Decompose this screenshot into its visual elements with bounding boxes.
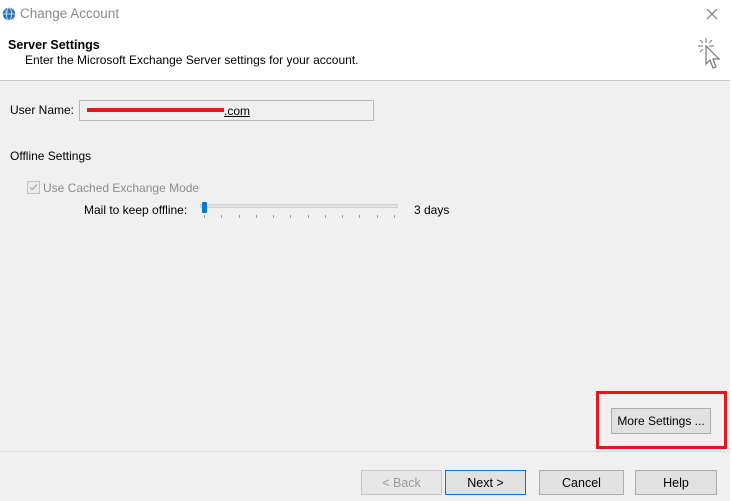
- slider-tick: [255, 215, 257, 218]
- page-subtitle: Enter the Microsoft Exchange Server sett…: [25, 53, 359, 67]
- user-name-value: .com: [224, 104, 251, 118]
- slider-tick: [324, 215, 326, 218]
- user-name-field[interactable]: .com: [79, 100, 374, 121]
- settings-panel: User Name: .com Offline Settings Use Cac…: [0, 81, 730, 451]
- close-icon[interactable]: [700, 4, 724, 26]
- slider-tick: [273, 215, 275, 218]
- redaction-mark: [87, 108, 224, 112]
- slider-tick: [290, 215, 292, 218]
- slider-tick: [359, 215, 361, 218]
- slider-tick: [221, 215, 223, 218]
- help-button[interactable]: Help: [635, 470, 717, 495]
- slider-tick: [394, 215, 395, 218]
- user-name-label: User Name:: [10, 103, 75, 117]
- slider-tick: [307, 215, 309, 218]
- cached-mode-label: Use Cached Exchange Mode: [43, 181, 200, 195]
- offline-settings-heading: Offline Settings: [10, 149, 92, 163]
- slider-tick: [204, 215, 205, 218]
- window-title: Change Account: [20, 6, 120, 21]
- outlook-globe-icon: [2, 7, 16, 21]
- cancel-button[interactable]: Cancel: [539, 470, 624, 495]
- mail-offline-label: Mail to keep offline:: [84, 203, 188, 217]
- page-title: Server Settings: [8, 38, 100, 52]
- more-settings-button[interactable]: More Settings ...: [611, 408, 711, 434]
- back-button[interactable]: < Back: [361, 470, 442, 495]
- slider-track: [200, 204, 398, 208]
- wizard-header: Server Settings Enter the Microsoft Exch…: [0, 30, 730, 81]
- title-bar: Change Account: [0, 0, 730, 30]
- magic-wand-icon: [698, 38, 721, 69]
- slider-thumb[interactable]: [202, 202, 207, 213]
- mail-offline-value: 3 days: [414, 203, 450, 217]
- slider-tick: [342, 215, 344, 218]
- cached-mode-checkbox[interactable]: [27, 181, 40, 194]
- change-account-window: Change Account Server Settings Enter the…: [0, 0, 730, 501]
- slider-tick: [376, 215, 378, 218]
- wizard-footer: < Back Next > Cancel Help: [0, 451, 730, 501]
- slider-tick: [238, 215, 240, 218]
- mail-offline-slider[interactable]: [198, 199, 400, 219]
- next-button[interactable]: Next >: [445, 470, 526, 495]
